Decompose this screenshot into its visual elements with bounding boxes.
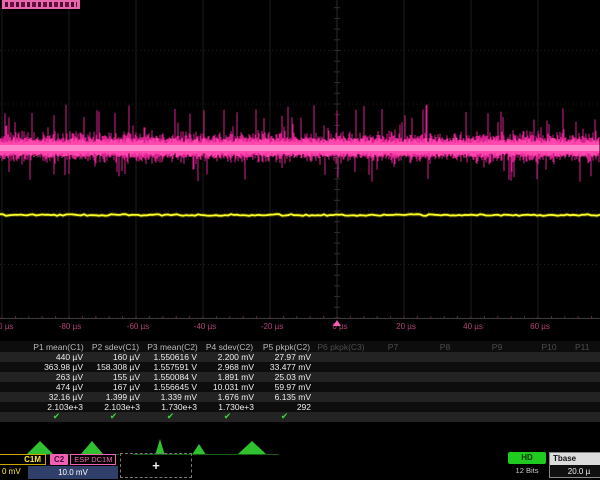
param-header-p11-clipped[interactable]: P11 xyxy=(575,342,600,352)
param-header-p7[interactable]: P7 xyxy=(367,342,419,352)
meas-num-p3: 1.730e+3 xyxy=(144,402,201,412)
meas-value-p3: 1.550616 V xyxy=(144,352,201,362)
param-header-p9[interactable]: P9 xyxy=(471,342,523,352)
meas-value-p4: 2.200 mV xyxy=(201,352,258,362)
meas-min-p3: 1.550084 V xyxy=(144,372,201,382)
meas-num-p2: 2.103e+3 xyxy=(87,402,144,412)
measurement-row-mean: 363.98 µV 158.308 µV 1.557591 V 2.968 mV… xyxy=(0,362,600,372)
time-tick-label: 40 µs xyxy=(463,322,483,331)
c1-scale-value[interactable]: 0 mV xyxy=(2,467,21,476)
param-header-p3[interactable]: P3 mean(C2) xyxy=(144,342,201,352)
trigger-position-marker-icon[interactable] xyxy=(333,320,341,326)
meas-mean-p1: 363.98 µV xyxy=(30,362,87,372)
status-check-icon: ✔ xyxy=(30,412,87,422)
meas-value-p1: 440 µV xyxy=(30,352,87,362)
param-header-p6[interactable]: P6 pkpk(C3) xyxy=(315,342,367,352)
meas-num-p4: 1.730e+3 xyxy=(201,402,258,412)
time-axis: -100 µs -80 µs -60 µs -40 µs -20 µs 0 µs… xyxy=(0,318,600,335)
meas-num-p1: 2.103e+3 xyxy=(30,402,87,412)
meas-value-p2: 160 µV xyxy=(87,352,144,362)
meas-mean-p2: 158.308 µV xyxy=(87,362,144,372)
timebase-descriptor[interactable]: Tbase 20.0 µ xyxy=(549,452,600,478)
meas-mean-p3: 1.557591 V xyxy=(144,362,201,372)
timebase-scale-value: 20.0 µ xyxy=(550,465,600,478)
meas-sdev-p1: 32.16 µV xyxy=(30,392,87,402)
status-check-icon: ✔ xyxy=(258,412,315,422)
meas-sdev-p2: 1.399 µV xyxy=(87,392,144,402)
meas-sdev-p3: 1.339 mV xyxy=(144,392,201,402)
meas-sdev-p4: 1.676 mV xyxy=(201,392,258,402)
add-trace-button[interactable]: + xyxy=(120,453,192,478)
param-header-p8[interactable]: P8 xyxy=(419,342,471,352)
waveform-grid[interactable] xyxy=(0,0,600,335)
meas-max-p1: 474 µV xyxy=(30,382,87,392)
meas-min-p2: 155 µV xyxy=(87,372,144,382)
measurement-row-min: 263 µV 155 µV 1.550084 V 1.891 mV 25.03 … xyxy=(0,372,600,382)
meas-min-p4: 1.891 mV xyxy=(201,372,258,382)
param-header-p10[interactable]: P10 xyxy=(523,342,575,352)
meas-max-p5: 59.97 mV xyxy=(258,382,315,392)
c2-coupling-badge[interactable]: ESP DC1M xyxy=(70,454,116,465)
meas-sdev-p5: 6.135 mV xyxy=(258,392,315,402)
status-check-icon: ✔ xyxy=(87,412,144,422)
timebase-label: Tbase xyxy=(550,453,600,465)
meas-min-p5: 25.03 mV xyxy=(258,372,315,382)
time-tick-label: -60 µs xyxy=(127,322,149,331)
time-tick-label: -80 µs xyxy=(59,322,81,331)
measurement-row-sdev: 32.16 µV 1.399 µV 1.339 mV 1.676 mV 6.13… xyxy=(0,392,600,402)
descriptor-bar: C1M 0 mV C2 ESP DC1M 10.0 mV + HD 12 Bit… xyxy=(0,452,600,480)
meas-max-p2: 167 µV xyxy=(87,382,144,392)
illegible-text-fragment xyxy=(5,2,77,7)
time-tick-label: 60 µs xyxy=(530,322,550,331)
hd-bits-label: 12 Bits xyxy=(508,466,546,475)
measurement-row-max: 474 µV 167 µV 1.556645 V 10.031 mV 59.97… xyxy=(0,382,600,392)
measurement-row-status: ✔ ✔ ✔ ✔ ✔ xyxy=(0,412,600,422)
c2-channel-badge[interactable]: C2 xyxy=(50,454,68,465)
meas-mean-p4: 2.968 mV xyxy=(201,362,258,372)
meas-num-p5: 292 xyxy=(258,402,315,412)
meas-value-p5: 27.97 mV xyxy=(258,352,315,362)
hd-mode-badge[interactable]: HD xyxy=(508,452,546,464)
measurement-table: P1 mean(C1) P2 sdev(C1) P3 mean(C2) P4 s… xyxy=(0,341,600,422)
measurement-row-num: 2.103e+3 2.103e+3 1.730e+3 1.730e+3 292 xyxy=(0,402,600,412)
top-left-cropped-badge xyxy=(2,0,80,9)
plus-icon: + xyxy=(152,458,160,473)
meas-max-p4: 10.031 mV xyxy=(201,382,258,392)
status-check-icon: ✔ xyxy=(201,412,258,422)
oscilloscope-screen: -100 µs -80 µs -60 µs -40 µs -20 µs 0 µs… xyxy=(0,0,600,480)
status-check-icon: ✔ xyxy=(144,412,201,422)
waveform-plot xyxy=(0,0,600,335)
c2-descriptor[interactable]: C2 ESP DC1M xyxy=(50,454,116,465)
param-header-p1[interactable]: P1 mean(C1) xyxy=(30,342,87,352)
time-tick-label: -20 µs xyxy=(261,322,283,331)
time-tick-label: 20 µs xyxy=(396,322,416,331)
time-tick-label: -100 µs xyxy=(0,322,13,331)
param-header-p5[interactable]: P5 pkpk(C2) xyxy=(258,342,315,352)
meas-mean-p5: 33.477 mV xyxy=(258,362,315,372)
c1-coupling-badge[interactable]: C1M xyxy=(0,454,46,465)
time-tick-label: -40 µs xyxy=(194,322,216,331)
meas-max-p3: 1.556645 V xyxy=(144,382,201,392)
param-header-p2[interactable]: P2 sdev(C1) xyxy=(87,342,144,352)
c2-scale-value[interactable]: 10.0 mV xyxy=(28,466,118,479)
meas-min-p1: 263 µV xyxy=(30,372,87,382)
table-header-row: P1 mean(C1) P2 sdev(C1) P3 mean(C2) P4 s… xyxy=(0,341,600,352)
param-header-p4[interactable]: P4 sdev(C2) xyxy=(201,342,258,352)
measurement-row-value: 440 µV 160 µV 1.550616 V 2.200 mV 27.97 … xyxy=(0,352,600,362)
